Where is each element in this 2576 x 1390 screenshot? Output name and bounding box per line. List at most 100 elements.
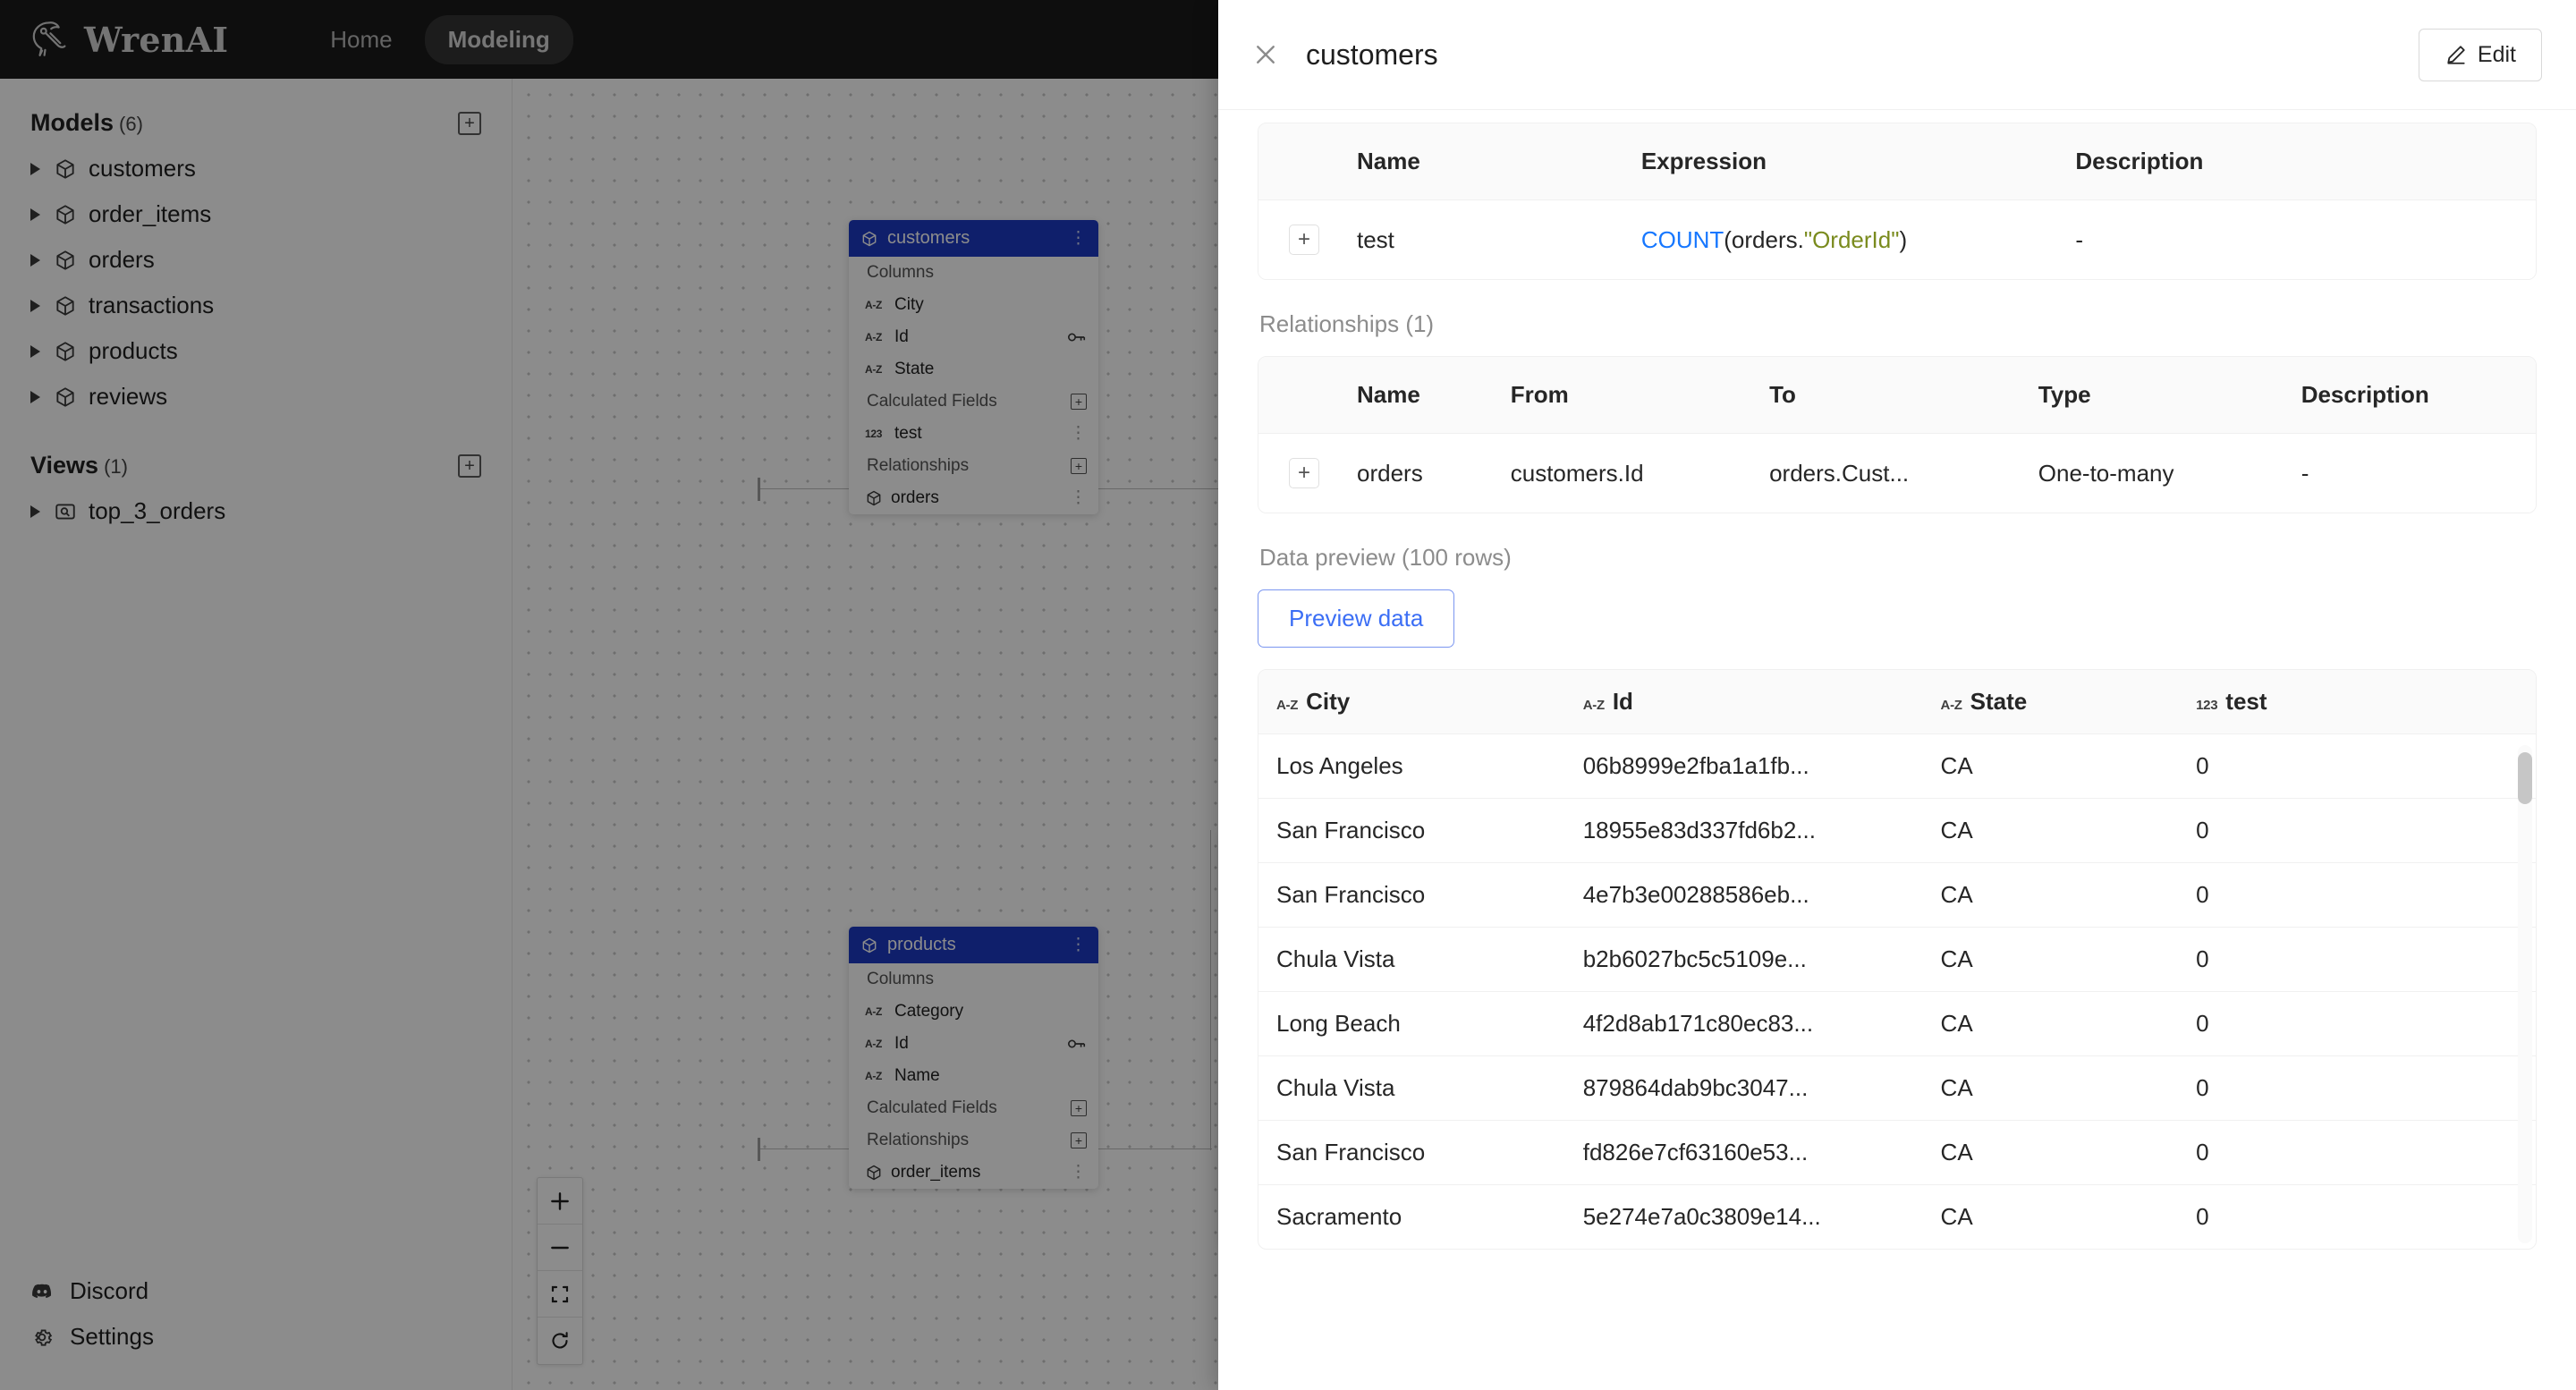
column-header-test: 123 test [2178,670,2536,734]
cell-city: San Francisco [1258,799,1565,863]
column-header-city: A-Z City [1258,670,1565,734]
expression-open: (orders. [1724,225,1804,253]
type-az-icon: A-Z [1940,698,1962,713]
expand-cell: + [1258,200,1341,279]
drawer-body[interactable]: Name Expression Description + test COUNT… [1218,110,2576,1390]
cell-city: San Francisco [1258,1121,1565,1185]
expand-column-header [1258,357,1341,434]
cell-state: CA [1922,799,2179,863]
close-icon[interactable] [1250,39,1281,70]
table-row[interactable]: Los Angeles 06b8999e2fba1a1fb... CA 0 [1258,734,2536,799]
cell-test: 0 [2178,928,2536,992]
cell-from: customers.Id [1494,434,1754,513]
cell-type: One-to-many [2021,434,2285,513]
cell-state: CA [1922,928,2179,992]
cell-test: 0 [2178,734,2536,799]
drawer-title: customers [1306,38,1438,71]
column-header-from: From [1494,357,1754,434]
cell-state: CA [1940,1203,1973,1230]
edit-button-label: Edit [2477,41,2516,67]
type-az-icon: A-Z [1276,698,1299,713]
table-row[interactable]: San Francisco 18955e83d337fd6b2... CA 0 [1258,799,2536,863]
column-header-label: City [1306,688,1351,715]
cell-city: Los Angeles [1258,734,1565,799]
cell-city: Long Beach [1258,992,1565,1056]
column-header-id: A-Z Id [1564,670,1923,734]
cell-name: test [1341,200,1625,279]
expand-row-button[interactable]: + [1289,458,1319,488]
column-header-state: A-Z State [1922,670,2179,734]
expression-string: "OrderId" [1803,225,1900,253]
relationships-table: Name From To Type Description + orders c… [1258,356,2537,513]
cell-test: 0 [2196,1203,2209,1230]
cell-city: Sacramento [1276,1203,1402,1230]
column-header-label: State [1970,688,2028,715]
column-header-description: Description [2284,357,2536,434]
expand-row-button[interactable]: + [1289,225,1319,255]
cell-id: b2b6027bc5c5109e... [1564,928,1923,992]
cell-test: 0 [2178,863,2536,928]
table-row[interactable]: San Francisco 4e7b3e00288586eb... CA 0 [1258,863,2536,928]
cell-city: San Francisco [1258,863,1565,928]
type-number-icon: 123 [2196,698,2218,713]
column-header-label: Id [1612,688,1633,715]
pencil-icon [2447,46,2465,64]
cell-id: 879864dab9bc3047... [1564,1056,1923,1121]
column-header-label: test [2225,688,2267,715]
cell-state: CA [1922,863,2179,928]
cell-description: - [2284,434,2536,513]
cell-id: 4f2d8ab171c80ec83... [1564,992,1923,1056]
edit-button[interactable]: Edit [2418,28,2542,81]
cell-id: 06b8999e2fba1a1fb... [1564,734,1923,799]
cell-test: 0 [2178,799,2536,863]
cell-name: orders [1341,434,1495,513]
cell-state: CA [1922,734,2179,799]
preview-data-button[interactable]: Preview data [1258,589,1455,648]
relationships-section-label: Relationships (1) [1259,310,1435,337]
cell-id: 5e274e7a0c3809e14... [1582,1203,1821,1230]
cell-state: CA [1922,1056,2179,1121]
cell-test: 0 [2178,1056,2536,1121]
data-preview-section-label: Data preview (100 rows) [1259,544,1512,571]
table-row[interactable]: Chula Vista 879864dab9bc3047... CA 0 [1258,1056,2536,1121]
column-header-name: Name [1341,357,1495,434]
column-header-description: Description [2059,123,2536,200]
column-header-type: Type [2021,357,2285,434]
column-header-name: Name [1341,123,1625,200]
cell-to: orders.Cust... [1753,434,2022,513]
cell-city: Chula Vista [1258,1056,1565,1121]
cell-id: fd826e7cf63160e53... [1564,1121,1923,1185]
cell-test: 0 [2178,1121,2536,1185]
table-header-row: Name Expression Description [1258,123,2536,200]
calculated-fields-table: Name Expression Description + test COUNT… [1258,123,2537,280]
cell-description: - [2059,200,2536,279]
data-preview-scrollbar-thumb[interactable] [2518,752,2532,804]
expand-cell: + [1258,434,1341,513]
type-az-icon: A-Z [1582,698,1605,713]
cell-id: 4e7b3e00288586eb... [1564,863,1923,928]
data-preview-table-wrapper: A-Z City A-Z Id A-Z State 123 test Los Angel… [1258,669,2537,1250]
cell-expression: COUNT(orders."OrderId") [1624,200,2060,279]
model-detail-drawer: customers Edit Name Expression Descripti… [1218,0,2576,1390]
table-row[interactable]: Sacramento 5e274e7a0c3809e14... CA 0 [1258,1185,2536,1249]
table-row[interactable]: Chula Vista b2b6027bc5c5109e... CA 0 [1258,928,2536,992]
cell-id: 18955e83d337fd6b2... [1564,799,1923,863]
cell-city: Chula Vista [1258,928,1565,992]
cell-state: CA [1922,992,2179,1056]
column-header-to: To [1753,357,2022,434]
drawer-header: customers Edit [1218,0,2576,110]
cell-test: 0 [2178,992,2536,1056]
data-preview-scrollbar-track[interactable] [2518,745,2532,1243]
expand-column-header [1258,123,1341,200]
cell-state: CA [1922,1121,2179,1185]
table-header-row: A-Z City A-Z Id A-Z State 123 test [1258,670,2536,734]
table-row[interactable]: + orders customers.Id orders.Cust... One… [1258,434,2536,513]
expression-close: ) [1899,225,1908,253]
table-row[interactable]: + test COUNT(orders."OrderId") - [1258,200,2536,279]
table-row[interactable]: San Francisco fd826e7cf63160e53... CA 0 [1258,1121,2536,1185]
data-preview-table: A-Z City A-Z Id A-Z State 123 test Los Angel… [1258,670,2536,1249]
expression-function: COUNT [1640,225,1724,253]
column-header-expression: Expression [1624,123,2060,200]
table-header-row: Name From To Type Description [1258,357,2536,434]
table-row[interactable]: Long Beach 4f2d8ab171c80ec83... CA 0 [1258,992,2536,1056]
